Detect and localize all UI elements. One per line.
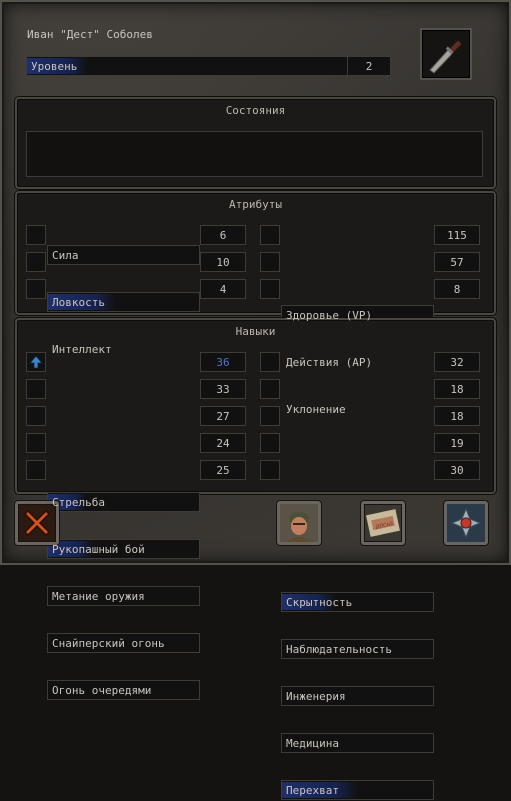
skills-value: 33: [200, 379, 246, 399]
weapon-slot[interactable]: [420, 28, 472, 80]
skills-slot: [260, 379, 280, 399]
skills-value: 27: [200, 406, 246, 426]
attributes-value: 4: [200, 279, 246, 299]
skills-row-label: Снайперский огонь: [47, 633, 200, 653]
skills-value: 32: [434, 352, 480, 372]
skills-row-label: Огонь очередями: [47, 680, 200, 700]
attributes-value: 8: [434, 279, 480, 299]
skills-name: Рукопашный бой: [52, 543, 145, 556]
attributes-row-label: Сила: [47, 245, 200, 265]
skills-value: 30: [434, 460, 480, 480]
skills-name: Метание оружия: [52, 590, 145, 603]
states-title: Состояния: [225, 104, 286, 117]
character-name: Иван "Дест" Соболев: [27, 28, 153, 41]
skills-slot: [26, 379, 46, 399]
skills-name: Стрельба: [52, 496, 105, 509]
skills-row-label: Метание оружия: [47, 586, 200, 606]
skills-value: 36: [200, 352, 246, 372]
skills-title: Навыки: [235, 325, 276, 338]
skills-row-label: Рукопашный бой: [47, 539, 200, 559]
skills-row-label: Скрытность: [281, 592, 434, 612]
attributes-slot: [26, 225, 46, 245]
skills-slot: [260, 352, 280, 372]
attributes-name: Интеллект: [52, 343, 112, 356]
knife-icon: [429, 39, 463, 74]
attributes-row-label: Ловкость: [47, 292, 200, 312]
skills-name: Наблюдательность: [286, 643, 392, 656]
states-panel: Состояния: [15, 97, 496, 189]
skills-value: 18: [434, 406, 480, 426]
attributes-title: Атрибуты: [229, 198, 282, 211]
attributes-value: 10: [200, 252, 246, 272]
attributes-slot: [260, 279, 280, 299]
skills-value: 25: [200, 460, 246, 480]
skills-slot: [26, 460, 46, 480]
close-icon: [23, 509, 51, 537]
attributes-name: Здоровье (VP): [286, 309, 373, 322]
skills-slot: [26, 433, 46, 453]
skills-slot: [26, 406, 46, 426]
skills-value: 19: [434, 433, 480, 453]
skills-row-label: Инженерия: [281, 686, 434, 706]
skills-slot: [260, 406, 280, 426]
attributes-value: 57: [434, 252, 480, 272]
skills-slot: [260, 433, 280, 453]
level-label-cell: Уровень: [26, 56, 348, 76]
skills-row-label: Стрельба: [47, 492, 200, 512]
medals-button[interactable]: [444, 501, 488, 545]
level-value: 2: [347, 56, 391, 76]
dossier-folder-icon: ДОСЬЕ: [366, 509, 400, 537]
skills-row-label: Перехват: [281, 780, 434, 800]
attributes-name: Действия (AP): [286, 356, 373, 369]
states-list: [26, 131, 483, 177]
attributes-slot: [26, 279, 46, 299]
skills-slot: [260, 460, 280, 480]
attributes-name: Уклонение: [286, 403, 346, 416]
skills-name: Перехват: [286, 784, 339, 797]
attributes-name: Ловкость: [52, 296, 105, 309]
skills-name: Скрытность: [286, 596, 353, 609]
soldier-portrait-icon: [280, 504, 318, 542]
attributes-slot: [26, 252, 46, 272]
skills-name: Инженерия: [286, 690, 346, 703]
skills-name: Огонь очередями: [52, 684, 152, 697]
attributes-value: 115: [434, 225, 480, 245]
attributes-slot: [260, 252, 280, 272]
attributes-value: 6: [200, 225, 246, 245]
dossier-button[interactable]: ДОСЬЕ: [361, 501, 405, 545]
skills-value: 24: [200, 433, 246, 453]
medal-icon: [447, 504, 485, 542]
portrait-button[interactable]: [277, 501, 321, 545]
level-label: Уровень: [31, 60, 78, 73]
attributes-name: Сила: [52, 249, 79, 262]
skills-row-label: Наблюдательность: [281, 639, 434, 659]
skills-name: Снайперский огонь: [52, 637, 165, 650]
skills-name: Медицина: [286, 737, 339, 750]
attributes-slot: [260, 225, 280, 245]
skills-value: 18: [434, 379, 480, 399]
upgrade-arrow-icon[interactable]: [26, 352, 46, 372]
skills-row-label: Медицина: [281, 733, 434, 753]
